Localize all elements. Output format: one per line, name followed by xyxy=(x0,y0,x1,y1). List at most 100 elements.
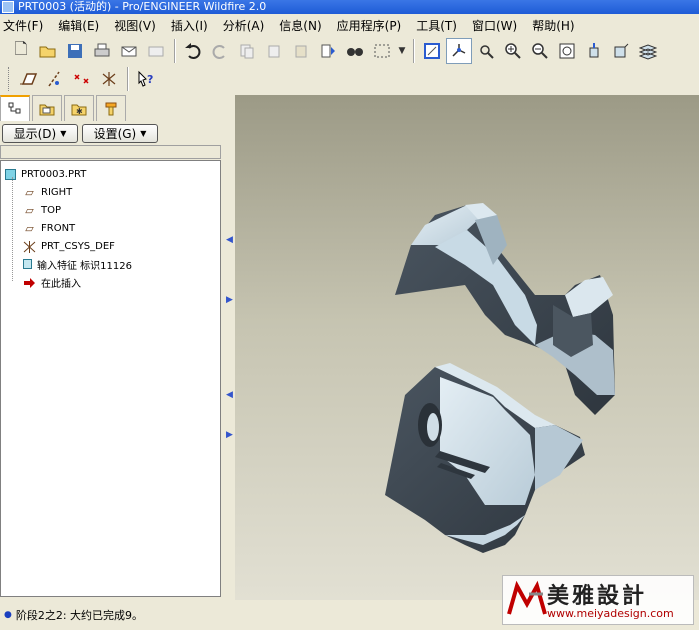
svg-text:?: ? xyxy=(147,73,153,86)
collapse-arrow-icon[interactable]: ◀ xyxy=(226,235,233,245)
window-title: PRT0003 (活动的) - Pro/ENGINEER Wildfire 2.… xyxy=(18,0,267,13)
menu-help[interactable]: 帮助(H) xyxy=(532,17,574,34)
app-icon xyxy=(2,1,14,13)
tree-item-import-feature[interactable]: 输入特征 标识11126 xyxy=(1,255,220,273)
point-display-icon[interactable] xyxy=(69,66,95,92)
status-bullet-icon: ● xyxy=(4,610,12,620)
navigator-buttons: 显示(D) ▼ 设置(G) ▼ xyxy=(0,124,221,144)
lower-block xyxy=(385,363,585,553)
title-bar: PRT0003 (活动的) - Pro/ENGINEER Wildfire 2.… xyxy=(0,0,699,14)
model-tree-tab[interactable] xyxy=(0,95,30,121)
tree-root[interactable]: PRT0003.PRT xyxy=(1,165,220,183)
tree-item-label: FRONT xyxy=(41,222,76,234)
tree-connector xyxy=(12,177,13,281)
refit-icon[interactable] xyxy=(554,38,580,64)
datum-plane-display-icon[interactable] xyxy=(419,38,445,64)
saved-views-icon[interactable] xyxy=(608,38,634,64)
watermark-url: www.meiyadesign.com xyxy=(547,607,674,620)
watermark-logo xyxy=(507,580,547,615)
axis-display-icon[interactable] xyxy=(42,66,68,92)
datum-axis-display-icon[interactable] xyxy=(446,38,472,64)
reorient-icon[interactable] xyxy=(581,38,607,64)
chevron-down-icon: ▼ xyxy=(140,129,147,138)
find-icon[interactable] xyxy=(342,38,368,64)
main-toolbar: 🗋 ▼ xyxy=(0,36,699,66)
menu-info[interactable]: 信息(N) xyxy=(279,17,321,34)
svg-text:✱: ✱ xyxy=(76,107,83,116)
panel-sash[interactable]: ◀ ▶ ◀ ▶ xyxy=(224,95,234,597)
datum-plane-icon: ▱ xyxy=(25,203,34,217)
tree-item-front[interactable]: ▱ FRONT xyxy=(1,219,220,237)
show-menu-label: 显示(D) xyxy=(13,127,57,141)
menu-tools[interactable]: 工具(T) xyxy=(416,17,457,34)
dropdown-arrow-icon[interactable]: ▼ xyxy=(396,38,408,64)
tree-item-top[interactable]: ▱ TOP xyxy=(1,201,220,219)
toolbar-separator xyxy=(127,67,129,91)
select-box-icon[interactable] xyxy=(369,38,395,64)
connections-tab[interactable] xyxy=(96,95,126,121)
menu-analysis[interactable]: 分析(A) xyxy=(223,17,265,34)
menu-bar: 文件(F) 编辑(E) 视图(V) 插入(I) 分析(A) 信息(N) 应用程序… xyxy=(0,15,699,35)
favorites-tab[interactable]: ✱ xyxy=(64,95,94,121)
print-icon[interactable] xyxy=(89,38,115,64)
zoom-in-icon[interactable] xyxy=(500,38,526,64)
model-tree: PRT0003.PRT ▱ RIGHT ▱ TOP ▱ FRONT PRT_CS… xyxy=(0,160,221,597)
tree-item-label: RIGHT xyxy=(41,186,73,198)
tree-item-label: 在此插入 xyxy=(41,278,81,290)
menu-window[interactable]: 窗口(W) xyxy=(472,17,517,34)
import-feature-icon xyxy=(23,259,32,269)
menu-edit[interactable]: 编辑(E) xyxy=(58,17,99,34)
datum-plane-icon: ▱ xyxy=(25,221,34,235)
expand-arrow-icon[interactable]: ▶ xyxy=(226,430,233,440)
new-icon[interactable]: 🗋 xyxy=(8,38,34,64)
graphics-viewport[interactable] xyxy=(235,95,699,600)
copy-icon[interactable] xyxy=(261,38,287,64)
redo-icon[interactable] xyxy=(207,38,233,64)
expand-arrow-icon[interactable]: ▶ xyxy=(226,295,233,305)
toolbar-separator xyxy=(413,39,415,63)
tree-root-label: PRT0003.PRT xyxy=(21,168,87,180)
layers-icon[interactable] xyxy=(635,38,661,64)
cut-icon[interactable] xyxy=(234,38,260,64)
regenerate-icon[interactable] xyxy=(315,38,341,64)
status-message: 阶段2之2: 大约已完成9。 xyxy=(15,609,144,622)
settings-menu-button[interactable]: 设置(G) ▼ xyxy=(82,124,158,143)
undo-icon[interactable] xyxy=(180,38,206,64)
menu-applications[interactable]: 应用程序(P) xyxy=(337,17,402,34)
tree-item-label: 输入特征 标识11126 xyxy=(37,260,132,272)
point-display-icon[interactable] xyxy=(473,38,499,64)
watermark: 美雅設計 www.meiyadesign.com xyxy=(502,575,694,625)
tree-header-strip xyxy=(0,145,221,159)
send-mail-icon[interactable] xyxy=(116,38,142,64)
csys-display-icon[interactable] xyxy=(96,66,122,92)
menu-view[interactable]: 视图(V) xyxy=(114,17,156,34)
folder-browser-tab[interactable] xyxy=(32,95,62,121)
toolbar-grip[interactable] xyxy=(8,67,11,91)
tree-item-right[interactable]: ▱ RIGHT xyxy=(1,183,220,201)
navigator-tabs: ✱ xyxy=(0,95,130,121)
watermark-name: 美雅設計 xyxy=(547,584,648,609)
tree-item-insert-here[interactable]: 在此插入 xyxy=(1,273,220,291)
zoom-out-icon[interactable] xyxy=(527,38,553,64)
part-icon xyxy=(5,168,16,180)
tree-item-label: TOP xyxy=(41,204,62,216)
plane-display-icon[interactable] xyxy=(15,66,41,92)
insert-here-icon xyxy=(23,277,36,288)
collapse-arrow-icon[interactable]: ◀ xyxy=(226,390,233,400)
tree-item-label: PRT_CSYS_DEF xyxy=(41,240,115,252)
tree-item-csys[interactable]: PRT_CSYS_DEF xyxy=(1,237,220,255)
part-model xyxy=(385,203,615,553)
menu-insert[interactable]: 插入(I) xyxy=(171,17,208,34)
csys-icon xyxy=(23,240,36,253)
whats-this-icon[interactable]: ? xyxy=(133,66,159,92)
open-icon[interactable] xyxy=(35,38,61,64)
settings-menu-label: 设置(G) xyxy=(93,127,137,141)
datum-plane-icon: ▱ xyxy=(25,185,34,199)
send-mail-gray-icon[interactable] xyxy=(143,38,169,64)
chevron-down-icon: ▼ xyxy=(60,129,67,138)
datum-toolbar: ? xyxy=(0,64,699,94)
save-icon[interactable] xyxy=(62,38,88,64)
menu-file[interactable]: 文件(F) xyxy=(3,17,43,34)
paste-icon[interactable] xyxy=(288,38,314,64)
show-menu-button[interactable]: 显示(D) ▼ xyxy=(2,124,78,143)
